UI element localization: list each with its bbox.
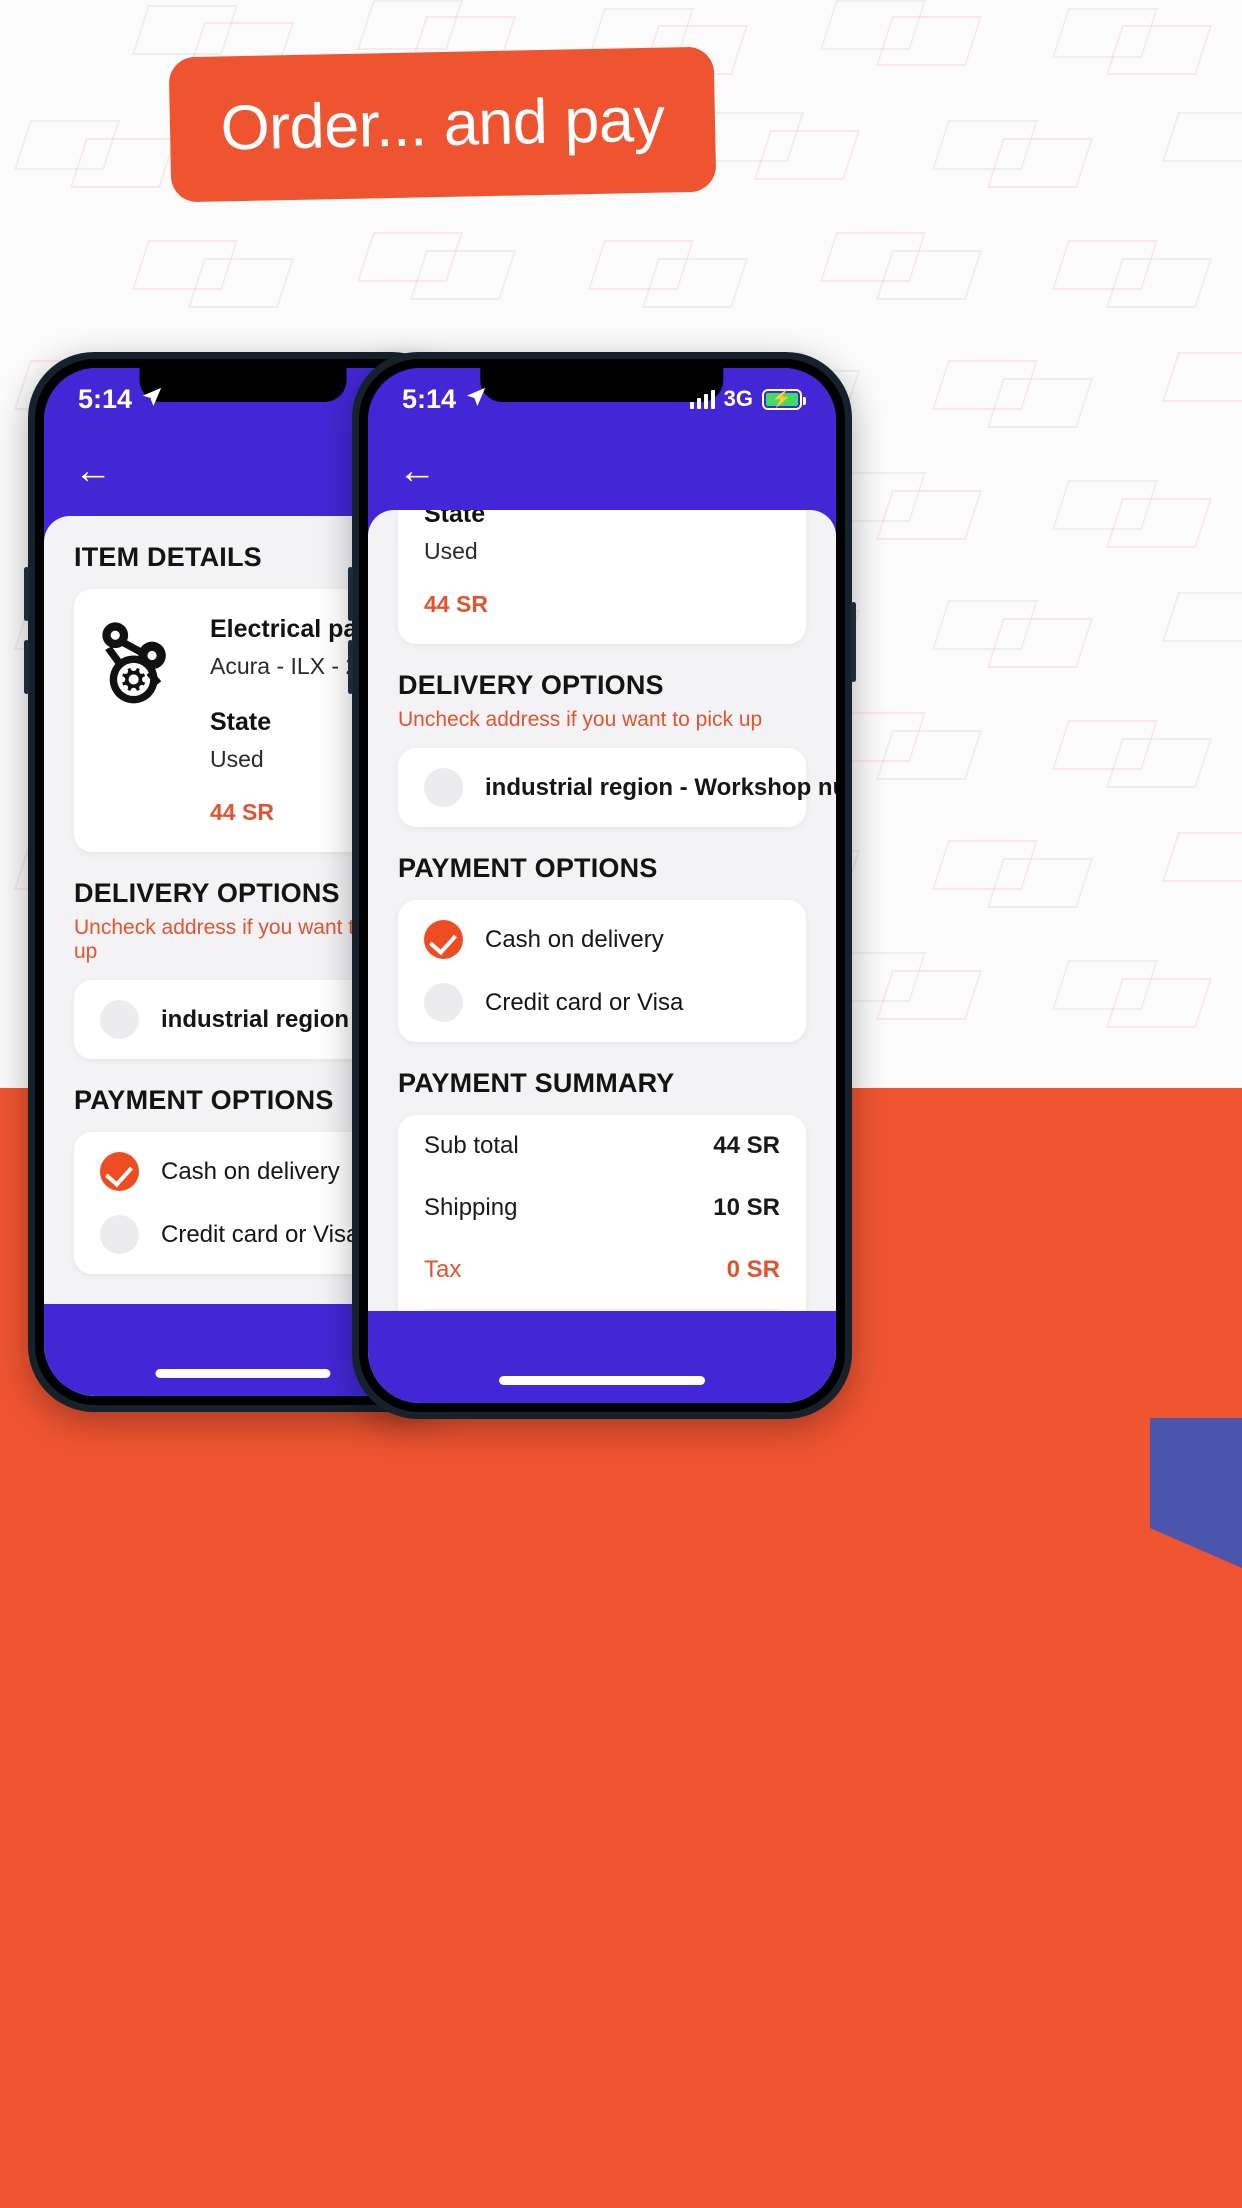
watermark-shape — [69, 138, 177, 188]
phone-left-volume-up-button — [24, 567, 29, 621]
bottom-nav-area-right — [368, 1311, 836, 1403]
watermark-shape — [409, 250, 517, 300]
location-arrow-icon — [141, 384, 163, 415]
watermark-shape — [875, 970, 983, 1020]
phone-right-volume-down-button — [348, 640, 353, 694]
payment-option-cash-right[interactable]: Cash on delivery — [398, 900, 806, 979]
blue-accent-wedge — [1150, 1418, 1242, 1568]
watermark-shape — [1161, 832, 1242, 882]
item-state-value-right: Used — [424, 538, 478, 564]
watermark-shape — [875, 250, 983, 300]
summary-label: Sub total — [424, 1132, 519, 1159]
delivery-address-option-right[interactable]: industrial region - Workshop number: 800 — [398, 748, 836, 827]
status-time-value-left: 5:14 — [78, 383, 133, 414]
watermark-shape — [875, 490, 983, 540]
payment-option-card-label-right: Credit card or Visa — [485, 988, 684, 1016]
item-details-card-partial-right: State Used 44 SR — [398, 510, 806, 644]
payment-option-card-right[interactable]: Credit card or Visa — [398, 979, 806, 1042]
radio-checked-icon[interactable] — [424, 920, 463, 959]
watermark-shape — [1161, 112, 1242, 162]
home-indicator-right[interactable] — [499, 1376, 705, 1385]
summary-value: 0 SR — [726, 1256, 780, 1283]
phone-right-power-button — [851, 602, 856, 682]
watermark-shape — [1161, 592, 1242, 642]
watermark-shape — [1105, 738, 1213, 788]
signal-bars-icon — [689, 389, 715, 409]
summary-label: Tax — [424, 1256, 462, 1283]
content-sheet-right: State Used 44 SR DELIVERY OPTIONS Unchec… — [368, 510, 836, 1403]
summary-value: 10 SR — [713, 1194, 780, 1221]
watermark-shape — [986, 378, 1094, 428]
watermark-shape — [641, 258, 749, 308]
phone-right-volume-up-button — [348, 567, 353, 621]
payment-options-card-right: Cash on delivery Credit card or Visa — [398, 900, 806, 1042]
status-indicators-right: 3G ⚡ — [689, 386, 806, 412]
radio-checked-icon[interactable] — [100, 1152, 139, 1191]
status-time-right: 5:14 — [402, 384, 487, 415]
watermark-shape — [1105, 258, 1213, 308]
back-arrow-icon[interactable]: ← — [398, 452, 436, 490]
item-state-label-right: State — [424, 510, 486, 528]
app-bar-right: ← — [368, 430, 836, 516]
watermark-shape — [986, 858, 1094, 908]
watermark-shape — [1105, 498, 1213, 548]
status-time-left: 5:14 — [78, 384, 163, 415]
payment-option-cash-label-left: Cash on delivery — [161, 1157, 340, 1185]
summary-row-shipping-right: Shipping 10 SR — [398, 1177, 806, 1239]
status-time-value-right: 5:14 — [402, 383, 457, 414]
watermark-shape — [875, 16, 983, 66]
battery-charging-icon: ⚡ — [762, 388, 806, 410]
summary-label: Shipping — [424, 1194, 518, 1221]
summary-value: 44 SR — [713, 1132, 780, 1159]
summary-row-subtotal-right: Sub total 44 SR — [398, 1115, 806, 1177]
summary-row-tax-right: Tax 0 SR — [398, 1239, 806, 1301]
delivery-options-card-right: industrial region - Workshop number: 800 — [398, 748, 836, 827]
radio-unchecked-icon[interactable] — [424, 768, 463, 807]
watermark-shape — [187, 258, 295, 308]
location-arrow-icon — [465, 384, 487, 415]
radio-unchecked-icon[interactable] — [100, 1000, 139, 1039]
phone-mockup-right: 5:14 3G ⚡ ← State Used 44 SR DELIVERY OP… — [348, 352, 856, 1419]
summary-divider — [424, 1309, 780, 1310]
watermark-shape — [875, 730, 983, 780]
delivery-subtitle-right: Uncheck address if you want to pick up — [398, 708, 763, 731]
payment-option-cash-label-right: Cash on delivery — [485, 925, 664, 953]
section-title-payment-options-right: PAYMENT OPTIONS — [398, 853, 658, 883]
phone-left-volume-down-button — [24, 640, 29, 694]
delivery-address-label-right: industrial region - Workshop number: 800 — [485, 773, 836, 801]
watermark-shape — [986, 138, 1094, 188]
radio-unchecked-icon[interactable] — [424, 983, 463, 1022]
section-title-payment-summary-right: PAYMENT SUMMARY — [398, 1068, 675, 1098]
watermark-shape — [753, 130, 861, 180]
home-indicator-left[interactable] — [155, 1369, 331, 1378]
hero-banner: Order... and pay — [168, 46, 717, 203]
hero-title: Order... and pay — [219, 84, 666, 164]
network-type-label: 3G — [723, 386, 753, 411]
belt-pulley-icon — [94, 615, 188, 707]
watermark-shape — [1105, 25, 1213, 75]
watermark-shape — [1161, 352, 1242, 402]
section-title-delivery-options-right: DELIVERY OPTIONS — [398, 670, 664, 700]
watermark-shape — [986, 618, 1094, 668]
payment-option-card-label-left: Credit card or Visa — [161, 1220, 360, 1248]
phone-right-screen: 5:14 3G ⚡ ← State Used 44 SR DELIVERY OP… — [368, 368, 836, 1403]
item-price-right: 44 SR — [424, 591, 488, 617]
back-arrow-icon[interactable]: ← — [74, 452, 112, 490]
watermark-shape — [1105, 978, 1213, 1028]
radio-unchecked-icon[interactable] — [100, 1215, 139, 1254]
status-bar-right: 5:14 3G ⚡ — [368, 368, 836, 430]
